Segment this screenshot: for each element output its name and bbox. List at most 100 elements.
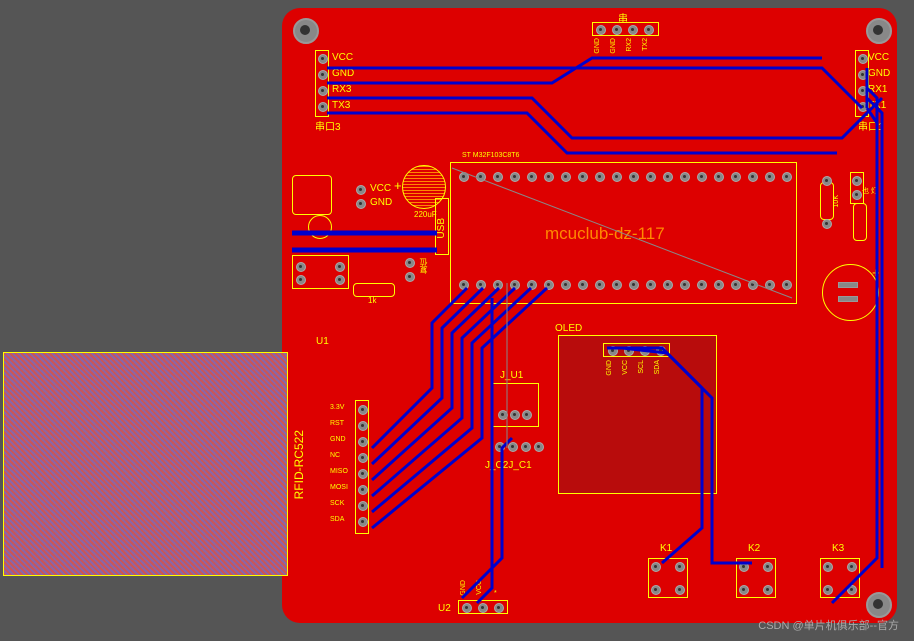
mcu-pin bbox=[663, 172, 673, 182]
mcu-pin bbox=[595, 280, 605, 290]
mcu-pin bbox=[748, 280, 758, 290]
mcu-pin bbox=[714, 280, 724, 290]
cap-right bbox=[822, 264, 879, 321]
serial1-name: 串口1 bbox=[858, 118, 884, 133]
serial3-pin bbox=[318, 54, 328, 64]
power-pin-label: VCC bbox=[370, 183, 391, 194]
pin bbox=[822, 219, 832, 229]
res-right bbox=[820, 182, 834, 220]
mcu-pin bbox=[782, 280, 792, 290]
res-label: 10K bbox=[833, 195, 840, 207]
btn-pin bbox=[651, 562, 661, 572]
mcu-pin bbox=[544, 280, 554, 290]
serial1-pin bbox=[858, 54, 868, 64]
pcb-board bbox=[282, 8, 897, 623]
btn-pin bbox=[823, 585, 833, 595]
oled-pin bbox=[624, 346, 634, 356]
resistor-outline bbox=[353, 283, 395, 297]
oled-pin-label: SDA bbox=[654, 360, 661, 374]
mcu-pin bbox=[527, 280, 537, 290]
serial3-pin bbox=[318, 86, 328, 96]
mcu-pin bbox=[782, 172, 792, 182]
mounting-hole bbox=[293, 18, 319, 44]
j-u1-outline bbox=[492, 383, 539, 427]
u2-pin-label: GND bbox=[460, 580, 467, 596]
k2-label: K2 bbox=[748, 543, 760, 554]
mcu-pin bbox=[459, 280, 469, 290]
usb-pin bbox=[644, 25, 654, 35]
mcu-pin bbox=[731, 172, 741, 182]
u2-label: U2 bbox=[438, 603, 451, 614]
btn-pin bbox=[739, 562, 749, 572]
jumper-pin bbox=[508, 442, 518, 452]
oled-pin-label: GND bbox=[606, 360, 613, 376]
mcu-pin bbox=[629, 280, 639, 290]
cap-value: 220uF bbox=[414, 210, 437, 219]
mcu-pin bbox=[612, 280, 622, 290]
switch-pin bbox=[335, 262, 345, 272]
mcu-pin bbox=[476, 172, 486, 182]
usb-pin bbox=[628, 25, 638, 35]
jumper-pin bbox=[521, 442, 531, 452]
serial3-name: 串口3 bbox=[315, 118, 341, 133]
u2-pin-label: VCC bbox=[476, 580, 483, 595]
serial1-pin-label: RX1 bbox=[868, 84, 887, 95]
btn-pin bbox=[847, 562, 857, 572]
mcu-pin bbox=[527, 172, 537, 182]
mcu-pin bbox=[612, 172, 622, 182]
jumper-pin bbox=[510, 410, 520, 420]
serial3-pin-label: GND bbox=[332, 68, 354, 79]
rfid-pin bbox=[358, 469, 368, 479]
mcu-pin bbox=[663, 280, 673, 290]
oled-pin bbox=[608, 346, 618, 356]
mcu-pin bbox=[731, 280, 741, 290]
mcu-label: ST M32F103C8T6 bbox=[462, 152, 519, 159]
rfid-ref: U1 bbox=[316, 336, 329, 347]
u2-pin-label: * bbox=[494, 590, 497, 597]
u2-pin bbox=[462, 603, 472, 613]
serial1-pin-label: GND bbox=[868, 68, 890, 79]
switch-pin bbox=[296, 262, 306, 272]
power-circle bbox=[308, 215, 332, 239]
u2-pin bbox=[478, 603, 488, 613]
plus-icon: + bbox=[872, 265, 880, 280]
mcu-pin bbox=[680, 172, 690, 182]
mounting-hole bbox=[866, 18, 892, 44]
mcu-pin bbox=[765, 172, 775, 182]
serial1-pin-label: VCC bbox=[868, 52, 889, 63]
mcu-pin bbox=[629, 172, 639, 182]
oled-pin-label: VCC bbox=[622, 360, 629, 375]
jumper-pin bbox=[498, 410, 508, 420]
reset-label: 复位 bbox=[418, 258, 429, 274]
cap-pad bbox=[838, 282, 858, 288]
power-outline bbox=[292, 175, 332, 215]
btn-pin bbox=[847, 585, 857, 595]
mcu-pin bbox=[714, 172, 724, 182]
btn-pin bbox=[823, 562, 833, 572]
rfid-pin-label: GND bbox=[330, 436, 346, 443]
btn-pin bbox=[763, 585, 773, 595]
mcu-pin bbox=[561, 172, 571, 182]
u2-pin bbox=[494, 603, 504, 613]
usb-pin bbox=[596, 25, 606, 35]
jumper-pin bbox=[495, 442, 505, 452]
power-pin bbox=[356, 185, 366, 195]
rfid-pin-label: SCK bbox=[330, 500, 344, 507]
mcu-pin bbox=[510, 280, 520, 290]
mounting-hole bbox=[866, 592, 892, 618]
jumper-pin bbox=[522, 410, 532, 420]
rfid-pin-label: MOSI bbox=[330, 484, 348, 491]
mcu-pin bbox=[493, 172, 503, 182]
watermark: CSDN @单片机俱乐部--官方 bbox=[758, 617, 899, 633]
serial1-pin bbox=[858, 70, 868, 80]
oled-name: OLED bbox=[555, 323, 582, 334]
btn-pin bbox=[763, 562, 773, 572]
serial3-pin bbox=[318, 102, 328, 112]
serial1-pin bbox=[858, 86, 868, 96]
rfid-pin bbox=[358, 437, 368, 447]
switch-pin bbox=[296, 275, 306, 285]
serial3-pin bbox=[318, 70, 328, 80]
res-value: 1k bbox=[368, 296, 376, 305]
rfid-name: RFID-RC522 bbox=[292, 430, 306, 499]
misc-label: 也 灯 bbox=[862, 186, 878, 196]
